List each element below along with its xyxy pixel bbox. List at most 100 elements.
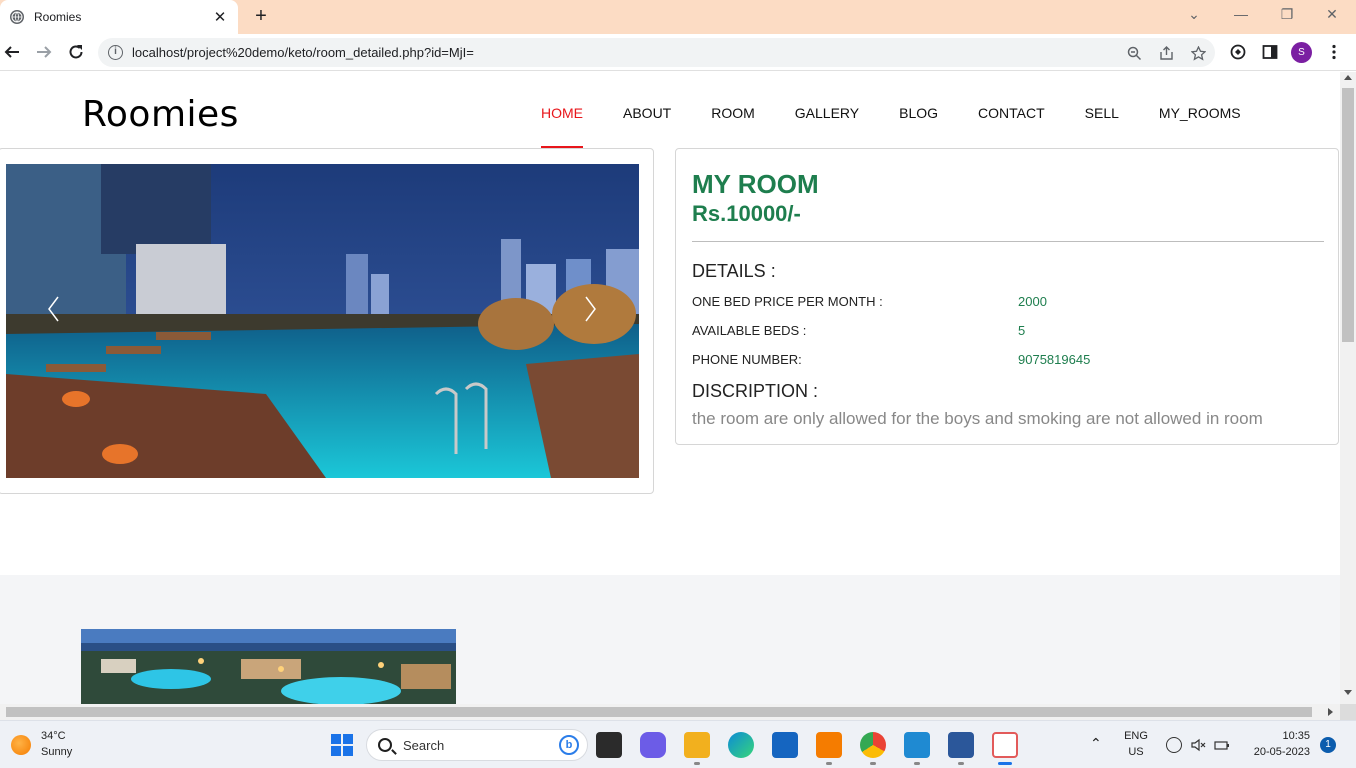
active-app-indicator — [998, 762, 1012, 765]
horizontal-scrollbar[interactable] — [0, 704, 1340, 720]
vertical-scroll-thumb[interactable] — [1342, 88, 1354, 342]
detail-value-phone: 9075819645 — [1018, 352, 1091, 367]
file-explorer-icon[interactable] — [684, 732, 710, 758]
divider — [692, 241, 1324, 242]
running-indicator — [870, 762, 876, 765]
detail-label-available-beds: AVAILABLE BEDS : — [692, 323, 807, 338]
tab-search-icon[interactable]: ⌄ — [1184, 6, 1204, 23]
windows-taskbar: 34°C Sunny Search b ⌃ ENG US 10:35 20-05… — [0, 720, 1356, 768]
extension-icon[interactable] — [1226, 40, 1250, 64]
forward-button[interactable] — [32, 40, 56, 64]
room-title: MY ROOM — [692, 169, 819, 199]
chrome-icon[interactable] — [860, 732, 886, 758]
detail-value-available-beds: 5 — [1018, 323, 1026, 338]
main-nav: HOME ABOUT ROOM GALLERY BLOG CONTACT SEL… — [521, 72, 1261, 148]
clock-date[interactable]: 20-05-2023 — [1240, 746, 1310, 758]
page-viewport: Roomies HOME ABOUT ROOM GALLERY BLOG CON… — [0, 72, 1340, 704]
zoom-icon[interactable] — [1125, 44, 1143, 62]
running-indicator — [958, 762, 964, 765]
edge-browser-icon[interactable] — [728, 732, 754, 758]
detail-label-phone: PHONE NUMBER: — [692, 352, 802, 367]
detail-label-bed-price: ONE BED PRICE PER MONTH : — [692, 294, 883, 309]
browser-toolbar: i localhost/project%20demo/keto/room_det… — [0, 34, 1356, 71]
bing-icon[interactable]: b — [559, 735, 579, 755]
reload-icon — [69, 45, 83, 59]
running-indicator — [694, 762, 700, 765]
chevron-left-icon — [48, 296, 59, 322]
battery-icon[interactable] — [1214, 737, 1230, 753]
vertical-scrollbar[interactable] — [1340, 72, 1356, 704]
weather-temperature[interactable]: 34°C — [41, 730, 66, 742]
tab-title: Roomies — [34, 10, 82, 24]
input-region[interactable]: US — [1122, 746, 1150, 758]
menu-kebab-icon[interactable] — [1322, 40, 1346, 64]
nav-about[interactable]: ABOUT — [603, 72, 691, 148]
site-info-icon[interactable]: i — [108, 45, 123, 60]
weather-description[interactable]: Sunny — [41, 746, 72, 758]
detail-value-bed-price: 2000 — [1018, 294, 1047, 309]
reload-button[interactable] — [64, 40, 88, 64]
meet-chat-icon[interactable] — [640, 732, 666, 758]
site-logo[interactable]: Roomies — [82, 94, 239, 135]
minimize-icon[interactable]: — — [1231, 6, 1251, 22]
scroll-right-icon[interactable] — [1328, 708, 1333, 716]
running-indicator — [826, 762, 832, 765]
taskbar-search-placeholder: Search — [403, 738, 445, 753]
bookmark-star-icon[interactable] — [1189, 44, 1207, 62]
room-price: Rs.10000/- — [692, 201, 801, 226]
globe-icon — [10, 10, 24, 24]
word-icon[interactable] — [948, 732, 974, 758]
url-text[interactable]: localhost/project%20demo/keto/room_detai… — [132, 45, 474, 60]
nav-home[interactable]: HOME — [521, 72, 603, 148]
restore-icon[interactable]: ❐ — [1277, 6, 1297, 23]
close-tab-icon[interactable]: ✕ — [212, 8, 228, 26]
notification-badge[interactable]: 1 — [1320, 737, 1336, 753]
chevron-right-icon — [585, 296, 596, 322]
resort-image — [81, 629, 456, 704]
input-language[interactable]: ENG — [1122, 730, 1150, 742]
running-indicator — [914, 762, 920, 765]
volume-muted-icon[interactable] — [1190, 737, 1206, 753]
profile-avatar[interactable]: S — [1291, 42, 1312, 63]
vscode-icon[interactable] — [904, 732, 930, 758]
room-details-card: MY ROOM Rs.10000/- DETAILS : ONE BED PRI… — [675, 148, 1339, 445]
footer-section — [0, 575, 1340, 704]
carousel-next-button[interactable] — [581, 294, 601, 324]
store-icon[interactable] — [772, 732, 798, 758]
new-tab-button[interactable]: + — [250, 5, 272, 27]
xampp-icon[interactable] — [816, 732, 842, 758]
address-bar[interactable]: i localhost/project%20demo/keto/room_det… — [98, 38, 1215, 67]
carousel-prev-button[interactable] — [43, 294, 63, 324]
search-icon — [378, 738, 392, 752]
arrow-right-icon — [37, 46, 52, 58]
scroll-down-icon[interactable] — [1344, 690, 1352, 695]
chevron-up-icon[interactable]: ⌃ — [1090, 735, 1102, 752]
nav-blog[interactable]: BLOG — [879, 72, 958, 148]
browser-tab[interactable]: Roomies ✕ — [0, 0, 238, 34]
network-globe-icon[interactable] — [1166, 737, 1182, 753]
nav-contact[interactable]: CONTACT — [958, 72, 1065, 148]
close-window-icon[interactable]: ✕ — [1322, 6, 1342, 23]
nav-my-rooms[interactable]: MY_ROOMS — [1139, 72, 1261, 148]
taskbar-search[interactable]: Search b — [366, 729, 588, 761]
nav-gallery[interactable]: GALLERY — [775, 72, 879, 148]
nav-sell[interactable]: SELL — [1065, 72, 1139, 148]
description-text: the room are only allowed for the boys a… — [692, 409, 1263, 428]
browser-tab-strip: Roomies ✕ + ⌄ — ❐ ✕ — [0, 0, 1356, 34]
back-button[interactable] — [0, 40, 24, 64]
nav-room[interactable]: ROOM — [691, 72, 775, 148]
task-view-icon[interactable] — [596, 732, 622, 758]
snipping-tool-icon[interactable] — [992, 732, 1018, 758]
side-panel-icon[interactable] — [1258, 40, 1282, 64]
room-image-carousel — [0, 148, 654, 494]
carousel-slide-image — [6, 164, 639, 478]
arrow-left-icon — [4, 46, 19, 58]
description-heading: DISCRIPTION : — [692, 381, 819, 401]
details-heading: DETAILS : — [692, 261, 776, 281]
scroll-up-icon[interactable] — [1344, 75, 1352, 80]
windows-start-icon[interactable] — [329, 732, 355, 758]
clock-time[interactable]: 10:35 — [1262, 730, 1310, 742]
sun-icon[interactable] — [11, 735, 31, 755]
share-icon[interactable] — [1157, 44, 1175, 62]
horizontal-scroll-thumb[interactable] — [6, 707, 1312, 717]
